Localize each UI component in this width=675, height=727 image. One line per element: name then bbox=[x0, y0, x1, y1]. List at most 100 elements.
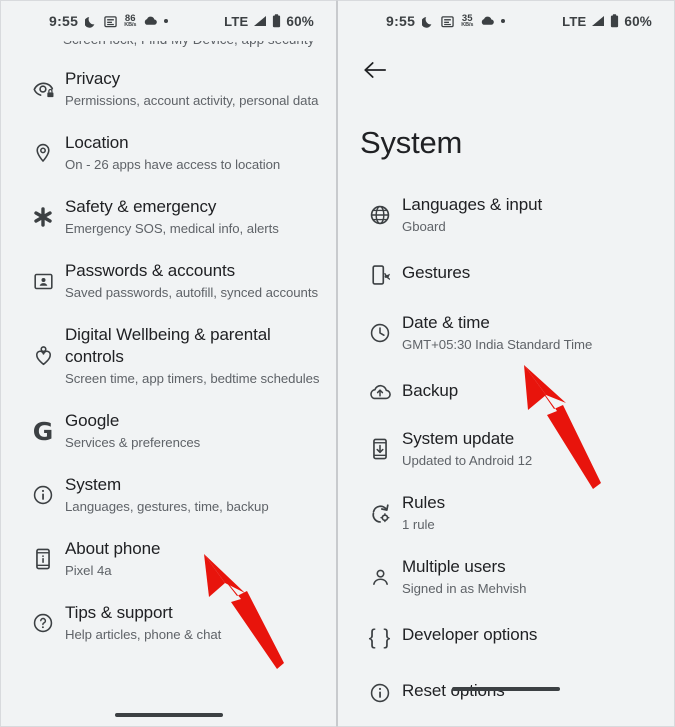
settings-row-google[interactable]: G Google Services & preferences bbox=[1, 399, 336, 463]
settings-row-gestures[interactable]: Gestures bbox=[338, 247, 674, 301]
settings-row-text: Rules 1 rule bbox=[402, 492, 445, 534]
row-subtitle: Emergency SOS, medical info, alerts bbox=[65, 221, 279, 236]
google-g-glyph: G bbox=[32, 416, 54, 446]
row-title: Date & time bbox=[402, 313, 490, 332]
system-settings-list: Languages & input Gboard Gestures Date &… bbox=[338, 183, 674, 719]
settings-row-reset-options[interactable]: Reset options bbox=[338, 665, 674, 719]
row-title: Multiple users bbox=[402, 557, 506, 576]
back-arrow-icon[interactable] bbox=[358, 53, 392, 87]
calendar-note-icon bbox=[104, 15, 117, 28]
settings-row-text: Reset options bbox=[402, 680, 505, 702]
settings-row-system[interactable]: System Languages, gestures, time, backup bbox=[1, 463, 336, 527]
battery-percentage: 60% bbox=[624, 13, 652, 29]
row-title: Languages & input bbox=[402, 195, 543, 214]
phone-info-icon bbox=[21, 548, 65, 570]
crescent-moon-icon bbox=[422, 15, 434, 28]
row-title: System update bbox=[402, 429, 515, 448]
settings-row-date-time[interactable]: Date & time GMT+05:30 India Standard Tim… bbox=[338, 301, 674, 365]
row-title: Location bbox=[65, 133, 129, 152]
row-title: System bbox=[65, 475, 122, 494]
location-pin-icon bbox=[21, 142, 65, 164]
right-status-bar: 9:55 35 KB/s LTE 60% bbox=[338, 1, 674, 41]
row-title: Gestures bbox=[402, 263, 471, 282]
settings-row-safety-emergency[interactable]: Safety & emergency Emergency SOS, medica… bbox=[1, 185, 336, 249]
left-settings-list: Privacy Permissions, account activity, p… bbox=[1, 57, 336, 655]
network-speed-unit: KB/s bbox=[124, 22, 137, 28]
network-type-label: LTE bbox=[224, 13, 249, 29]
status-clock: 9:55 bbox=[49, 13, 79, 29]
braces-icon: { } bbox=[358, 624, 402, 650]
settings-row-digital-wellbeing[interactable]: Digital Wellbeing & parental controls Sc… bbox=[1, 313, 336, 399]
status-bar-left-group: 9:55 35 KB/s bbox=[386, 13, 506, 29]
cloud-icon bbox=[480, 16, 495, 26]
row-title: Rules bbox=[402, 493, 445, 512]
settings-row-text: Privacy Permissions, account activity, p… bbox=[65, 68, 318, 110]
row-title: Google bbox=[65, 411, 120, 430]
settings-row-text: Location On - 26 apps have access to loc… bbox=[65, 132, 280, 174]
battery-icon bbox=[272, 14, 281, 28]
reset-icon bbox=[358, 680, 402, 704]
battery-percentage: 60% bbox=[286, 13, 314, 29]
cloud-upload-icon bbox=[358, 380, 402, 402]
settings-row-tips-support[interactable]: Tips & support Help articles, phone & ch… bbox=[1, 591, 336, 655]
settings-row-multiple-users[interactable]: Multiple users Signed in as Mehvish bbox=[338, 545, 674, 609]
settings-row-system-update[interactable]: System update Updated to Android 12 bbox=[338, 417, 674, 481]
settings-row-text: About phone Pixel 4a bbox=[65, 538, 160, 580]
clock-icon bbox=[358, 322, 402, 344]
row-subtitle: Screen time, app timers, bedtime schedul… bbox=[65, 371, 320, 386]
settings-row-text: System update Updated to Android 12 bbox=[402, 428, 532, 470]
signal-bars-icon bbox=[253, 15, 267, 27]
network-speed-unit: KB/s bbox=[461, 22, 474, 28]
network-type-label: LTE bbox=[562, 13, 587, 29]
eye-lock-icon bbox=[21, 78, 65, 101]
row-subtitle: Saved passwords, autofill, synced accoun… bbox=[65, 285, 318, 300]
row-subtitle: GMT+05:30 India Standard Time bbox=[402, 337, 593, 352]
row-title: Privacy bbox=[65, 69, 121, 88]
settings-row-backup[interactable]: Backup bbox=[338, 365, 674, 417]
settings-row-location[interactable]: Location On - 26 apps have access to loc… bbox=[1, 121, 336, 185]
network-speed-indicator: 86 KB/s bbox=[124, 13, 137, 29]
status-bar-right-group: LTE 60% bbox=[224, 14, 314, 29]
signal-bars-icon bbox=[591, 15, 605, 27]
person-icon bbox=[358, 567, 402, 588]
globe-icon bbox=[358, 204, 402, 226]
row-title: Safety & emergency bbox=[65, 197, 217, 216]
row-subtitle: 1 rule bbox=[402, 517, 435, 532]
settings-row-text: Tips & support Help articles, phone & ch… bbox=[65, 602, 221, 644]
status-clock: 9:55 bbox=[386, 13, 416, 29]
settings-row-text: Safety & emergency Emergency SOS, medica… bbox=[65, 196, 279, 238]
settings-row-rules[interactable]: Rules 1 rule bbox=[338, 481, 674, 545]
cloud-icon bbox=[143, 16, 158, 26]
settings-row-text: Digital Wellbeing & parental controls Sc… bbox=[65, 324, 320, 388]
toolbar bbox=[338, 41, 674, 99]
settings-row-languages-input[interactable]: Languages & input Gboard bbox=[338, 183, 674, 247]
row-subtitle: Permissions, account activity, personal … bbox=[65, 93, 319, 108]
id-card-icon bbox=[21, 271, 65, 292]
settings-row-developer-options[interactable]: { } Developer options bbox=[338, 609, 674, 665]
row-subtitle: Services & preferences bbox=[65, 435, 201, 450]
info-circle-icon bbox=[21, 484, 65, 506]
screenshot-root: 9:55 86 KB/s LTE 60% Privacy Permissions… bbox=[0, 0, 675, 727]
settings-row-passwords-accounts[interactable]: Passwords & accounts Saved passwords, au… bbox=[1, 249, 336, 313]
settings-row-privacy[interactable]: Privacy Permissions, account activity, p… bbox=[1, 57, 336, 121]
cut-off-subtitle: Screen lock, Find My Device, app securit… bbox=[63, 41, 314, 47]
system-update-icon bbox=[358, 438, 402, 460]
settings-row-text: Multiple users Signed in as Mehvish bbox=[402, 556, 526, 598]
row-title: Tips & support bbox=[65, 603, 173, 622]
settings-row-about-phone[interactable]: About phone Pixel 4a bbox=[1, 527, 336, 591]
left-phone-screen: 9:55 86 KB/s LTE 60% Privacy Permissions… bbox=[0, 0, 337, 727]
gestures-icon bbox=[358, 262, 402, 286]
calendar-note-icon bbox=[441, 15, 454, 28]
page-title: System bbox=[360, 125, 463, 160]
braces-glyph: { } bbox=[368, 626, 392, 649]
rules-icon bbox=[358, 502, 402, 525]
settings-row-text: System Languages, gestures, time, backup bbox=[65, 474, 269, 516]
home-gesture-indicator bbox=[452, 687, 560, 691]
left-status-bar: 9:55 86 KB/s LTE 60% bbox=[1, 1, 336, 41]
row-subtitle: Gboard bbox=[402, 219, 446, 234]
status-bar-left-group: 9:55 86 KB/s bbox=[49, 13, 169, 29]
home-gesture-indicator bbox=[114, 713, 223, 717]
dot-icon bbox=[501, 19, 506, 23]
asterisk-icon bbox=[21, 205, 65, 229]
right-phone-screen: 9:55 35 KB/s LTE 60% System Languages & … bbox=[337, 0, 675, 727]
